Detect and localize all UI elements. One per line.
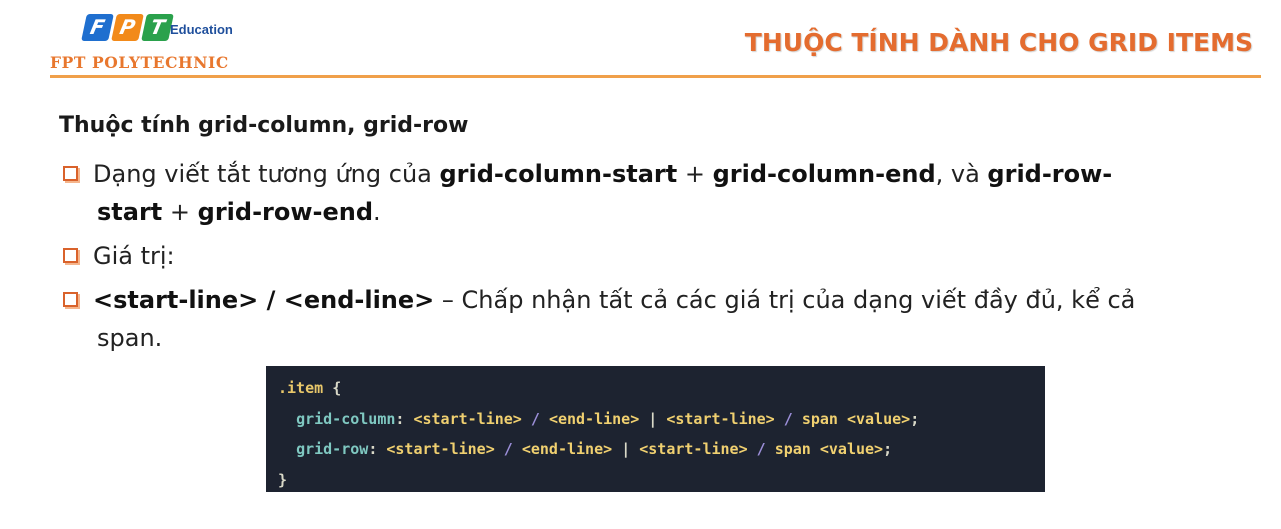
code-value: <start-line>	[639, 440, 748, 458]
logo-school-name: FPT POLYTECHNIC	[50, 53, 229, 72]
checkbox-bullet-icon	[63, 166, 78, 181]
bullet-bold-text: start	[97, 198, 163, 226]
fpt-logo-tiles: F P T	[81, 14, 174, 41]
fpt-logo: F P T Education FPT POLYTECHNIC	[50, 10, 290, 74]
bullet-bold-text: grid-column-start	[439, 160, 678, 188]
bullet-bold-text: grid-column-end	[712, 160, 936, 188]
code-value: <start-line>	[386, 440, 495, 458]
code-value: <start-line>	[413, 409, 522, 428]
slide-title: THUỘC TÍNH DÀNH CHO GRID ITEMS	[744, 28, 1253, 57]
bullet-item: Giá trị:	[63, 237, 1253, 275]
section-subheading: Thuộc tính grid-column, grid-row	[59, 113, 469, 138]
logo-letter-p: P	[111, 14, 144, 41]
bullet-item: <start-line> / <end-line> – Chấp nhận tấ…	[63, 281, 1253, 357]
code-selector: .item	[278, 379, 324, 397]
bullet-text: Dạng viết tắt tương ứng của	[93, 160, 440, 188]
bullet-bold-text: grid-row-end	[197, 198, 374, 226]
logo-education-text: Education	[170, 22, 233, 37]
css-code-block: .item { grid-column: <start-line> / <end…	[266, 366, 1045, 492]
checkbox-bullet-icon	[63, 248, 78, 263]
bullet-text: +	[677, 160, 713, 188]
code-property: grid-row	[296, 440, 369, 458]
checkbox-bullet-icon	[63, 292, 78, 307]
header-divider	[50, 75, 1261, 78]
bullet-text: – Chấp nhận tất cả các giá trị của dạng …	[434, 286, 1136, 314]
bullet-text: Giá trị:	[93, 242, 175, 270]
code-value: <end-line>	[548, 409, 640, 428]
bullet-text: +	[162, 198, 198, 226]
code-value: span <value>	[774, 440, 884, 458]
code-value: <end-line>	[521, 440, 613, 458]
code-brace: {	[332, 379, 342, 397]
code-value: <start-line>	[666, 409, 775, 428]
bullet-bold-text: <start-line> / <end-line>	[93, 286, 435, 314]
code-value: span <value>	[801, 409, 911, 428]
logo-letter-f: F	[81, 14, 114, 41]
bullet-item: Dạng viết tắt tương ứng của grid-column-…	[63, 155, 1253, 231]
bullet-text: , và	[935, 160, 988, 188]
code-property: grid-column	[296, 409, 396, 428]
bullet-text: span.	[97, 324, 163, 352]
bullet-text: .	[373, 198, 381, 226]
code-brace: }	[278, 470, 288, 489]
logo-letter-t: T	[141, 14, 174, 41]
bullet-bold-text: grid-row-	[987, 160, 1113, 188]
